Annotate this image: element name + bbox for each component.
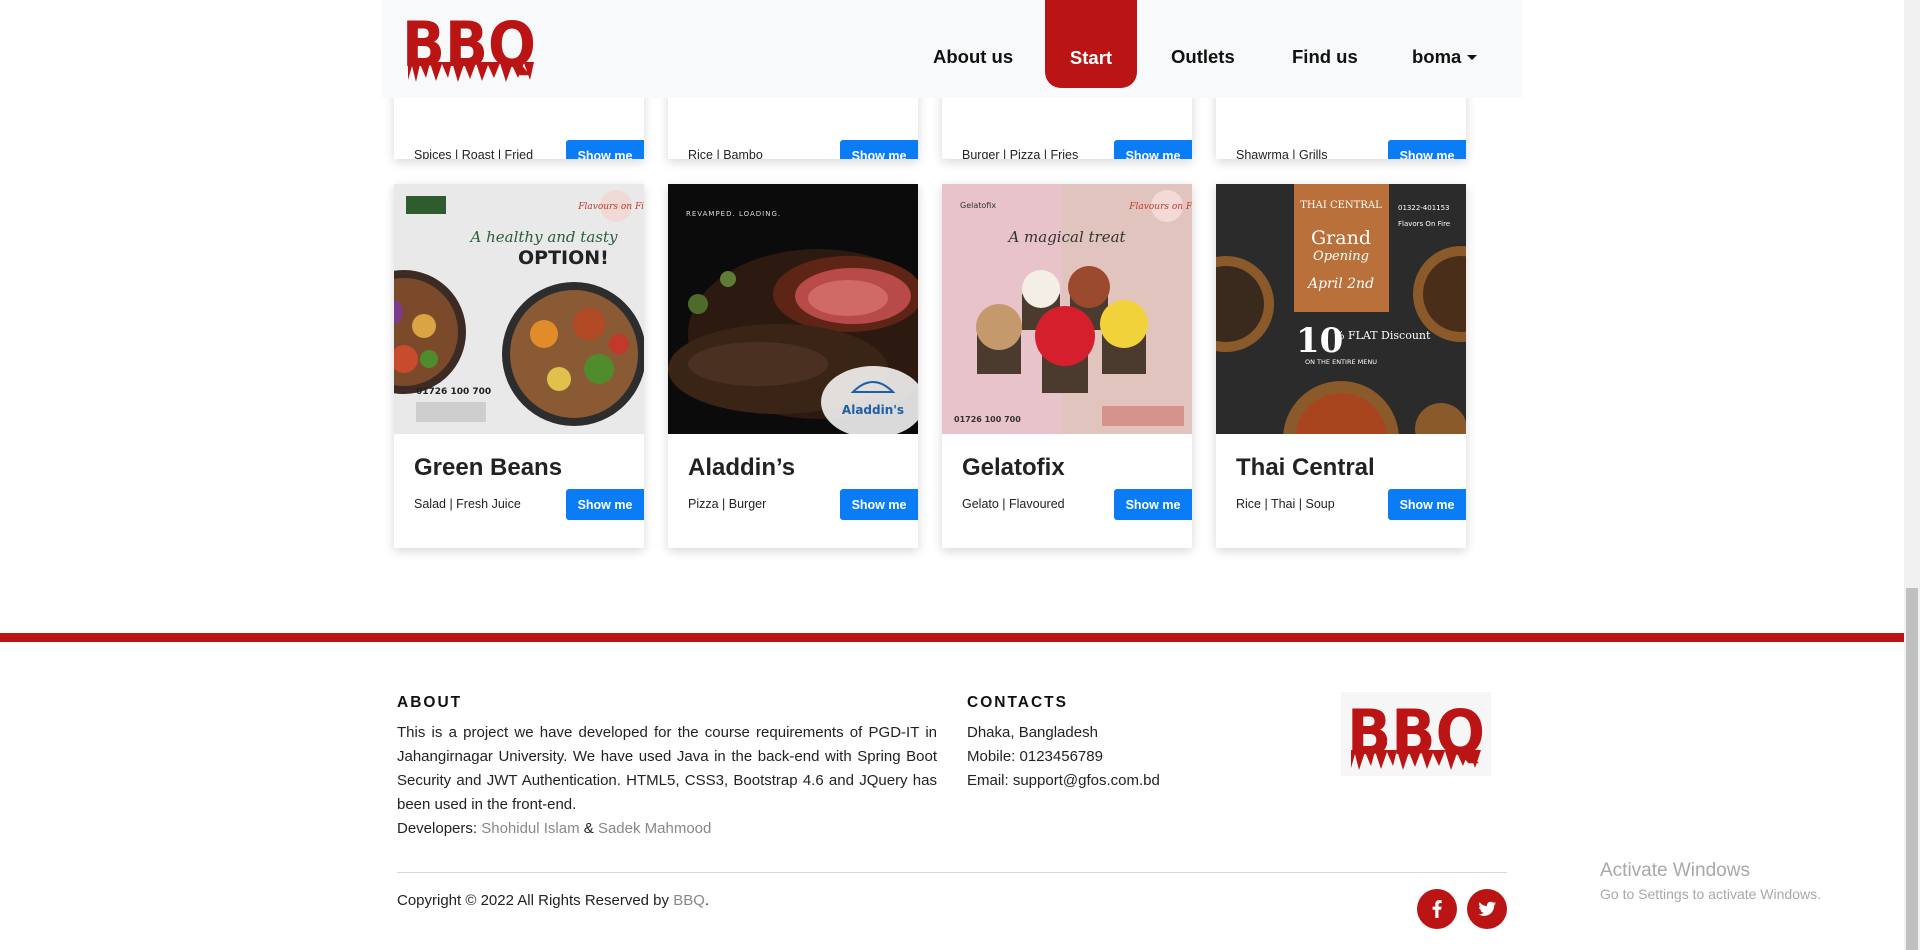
facebook-icon [1432,900,1442,918]
card-tags: Shawrma | Grills [1236,148,1328,159]
card-image[interactable]: Flavours on Fire A healthy and tasty OPT… [394,184,644,434]
copyright: Copyright © 2022 All Rights Reserved by … [397,889,709,913]
nav-outlets[interactable]: Outlets [1171,46,1235,68]
poster-headline: A healthy and tasty [469,228,618,246]
twitter-button[interactable] [1467,889,1507,929]
caret-down-icon [1467,55,1478,60]
card-title: Thai Central [1236,454,1375,481]
card-image[interactable]: REVAMPED. LOADING. Aladdin's [668,184,918,434]
contacts-block: Dhaka, Bangladesh Mobile: 0123456789 Ema… [967,721,1267,793]
show-me-button[interactable]: Show me [566,489,644,520]
poster-headline: A magical treat [1006,228,1126,246]
card-image[interactable]: Gelatofix Flavours on Fire A magical tre… [942,184,1192,434]
card-tags: Pizza | Burger [688,497,767,511]
card-title: Green Beans [414,454,563,481]
contacts-heading: CONTACTS [967,694,1068,711]
poster-phone: 01322-401153 [1398,204,1450,212]
copyright-brand-link[interactable]: BBQ [673,892,705,909]
nav-start[interactable]: Start [1045,0,1137,88]
show-me-button[interactable]: Show me [1388,140,1466,159]
contact-mobile: Mobile: 0123456789 [967,748,1103,765]
poster-title1: Grand [1311,227,1371,249]
copyright-suffix: . [704,892,710,909]
card-tags: Rice | Bambo [688,148,763,159]
show-me-button[interactable]: Show me [1114,140,1192,159]
poster-brand: THAI CENTRAL [1300,200,1382,211]
restaurant-card: REVAMPED. LOADING. Aladdin's Aladdin’s P… [668,184,918,548]
user-name: boma [1412,46,1462,67]
card-title: Gelatofix [962,454,1065,481]
show-me-button[interactable]: Show me [840,489,918,520]
poster-brand: Gelatofix [960,201,996,210]
nav-user-dropdown[interactable]: boma [1412,46,1478,68]
poster-logo: Aladdin's [842,403,904,417]
nav-about-us[interactable]: About us [933,46,1013,68]
card-tags: Rice | Thai | Soup [1236,497,1335,511]
card-tags: Salad | Fresh Juice [414,497,521,511]
poster-discount-label: % FLAT Discount [1334,329,1431,342]
poster-badge: Flavours on Fire [577,202,644,212]
developer-link-1[interactable]: Shohidul Islam [481,820,579,837]
show-me-button[interactable]: Show me [1388,489,1466,520]
poster-discount-sub: ON THE ENTIRE MENU [1305,358,1377,366]
poster-phone: 01726 100 700 [416,387,491,397]
footer-logo: BBQ [1341,692,1491,776]
scrollbar-thumb[interactable] [1906,588,1918,950]
card-image[interactable]: THAI CENTRAL Grand Opening April 2nd 013… [1216,184,1466,434]
show-me-button[interactable]: Show me [840,140,918,159]
restaurant-card: Gelatofix Flavours on Fire A magical tre… [942,184,1192,548]
restaurant-card: Flavours on Fire A healthy and tasty OPT… [394,184,644,548]
windows-watermark-title: Activate Windows [1600,860,1750,881]
developer-separator: & [579,820,598,837]
poster-phone: 01726 100 700 [954,415,1021,424]
poster-title2: Opening [1313,249,1369,264]
windows-watermark-subtitle: Go to Settings to activate Windows. [1600,886,1821,902]
poster-headline: REVAMPED. LOADING. [686,210,781,218]
show-me-button[interactable]: Show me [1114,489,1192,520]
nav-find-us[interactable]: Find us [1292,46,1358,68]
twitter-icon [1478,901,1496,916]
footer-top-bar [0,633,1904,642]
brand-logo[interactable]: BBQ [400,8,540,83]
copyright-text: Copyright © 2022 All Rights Reserved by [397,892,674,909]
navbar: BBQ About us Start Outlets Find us boma [382,0,1522,98]
contact-email: Email: support@gfos.com.bd [967,772,1160,789]
contact-address: Dhaka, Bangladesh [967,724,1098,741]
about-text: This is a project we have developed for … [397,721,937,841]
card-title: Aladdin’s [688,454,796,481]
facebook-button[interactable] [1417,889,1457,929]
card-tags: Burger | Pizza | Fries [962,148,1079,159]
developer-link-2[interactable]: Sadek Mahmood [598,820,711,837]
poster-badge: Flavours on Fire [1128,202,1192,212]
card-tags: Gelato | Flavoured [962,497,1065,511]
footer-divider [397,872,1507,873]
poster-place: Flavors On Fire [1398,220,1450,228]
developers-label: Developers: [397,820,478,837]
poster-subheadline: OPTION! [518,247,609,269]
card-tags: Spices | Roast | Fried [414,148,534,159]
poster-date: April 2nd [1306,276,1374,292]
restaurant-card: THAI CENTRAL Grand Opening April 2nd 013… [1216,184,1466,548]
about-paragraph: This is a project we have developed for … [397,724,937,813]
about-heading: ABOUT [397,694,463,711]
show-me-button[interactable]: Show me [566,140,644,159]
